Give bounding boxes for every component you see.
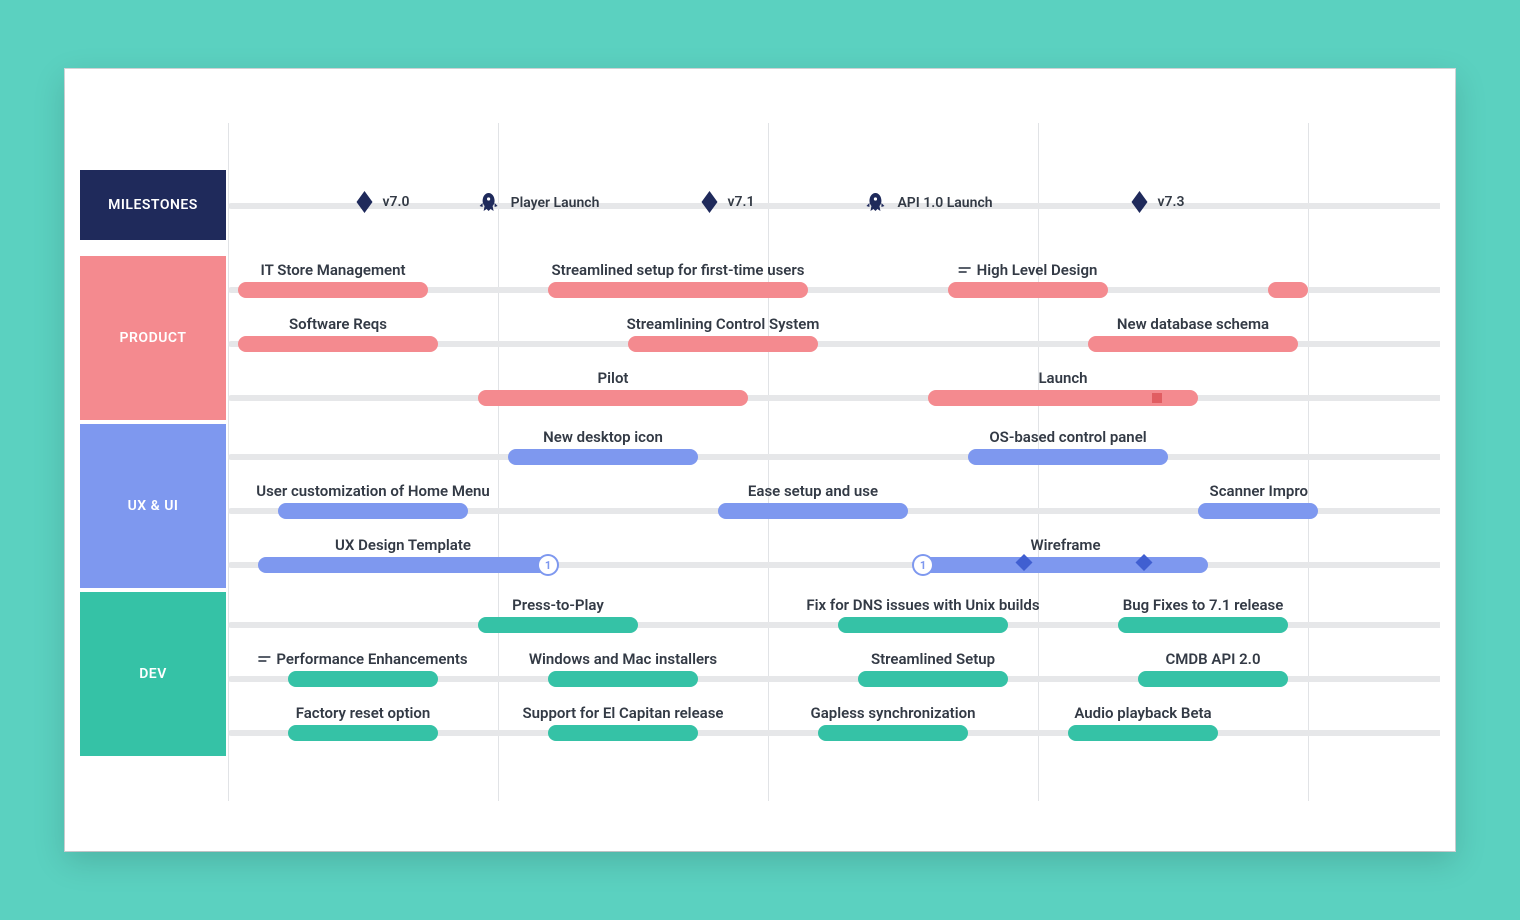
dev-bar[interactable] [1138, 671, 1288, 687]
dev-bar[interactable] [818, 725, 968, 741]
rocket-icon [863, 191, 887, 215]
diamond-icon [357, 191, 373, 213]
product-bar-label: High Level Design [959, 261, 1098, 279]
dev-bar-label: Performance Enhancements [258, 650, 467, 668]
dev-bar-label: Press-to-Play [512, 596, 604, 614]
product-bar-label: Pilot [598, 369, 629, 387]
quarter-divider [498, 123, 499, 801]
dev-bar[interactable] [1118, 617, 1288, 633]
dev-bar-label: Audio playback Beta [1074, 704, 1211, 722]
dev-bar[interactable] [858, 671, 1008, 687]
dev-bar[interactable] [288, 725, 438, 741]
uxui-bar-label: UX Design Template [335, 536, 471, 554]
product-bar[interactable] [548, 282, 808, 298]
timeline[interactable]: Q3 Q4 Q1 Q2 v7.0Player Launchv7.1API 1.0… [228, 123, 1440, 801]
product-bar[interactable] [948, 282, 1108, 298]
dev-bar-label: Support for El Capitan release [523, 704, 724, 722]
uxui-bar[interactable] [968, 449, 1168, 465]
milestone-label: v7.0 [383, 194, 410, 210]
dev-bar[interactable] [548, 671, 698, 687]
count-badge: 1 [914, 556, 932, 574]
product-bar[interactable] [1088, 336, 1298, 352]
count-badge: 1 [539, 556, 557, 574]
swimlane-product: PRODUCT [80, 256, 226, 420]
swimlane-uxui: UX & UI [80, 424, 226, 588]
dev-bar-label: Streamlined Setup [871, 650, 995, 668]
product-rail-3 [228, 395, 1440, 401]
uxui-rail-1 [228, 454, 1440, 460]
dev-bar[interactable] [838, 617, 1008, 633]
diamond-icon [702, 191, 718, 213]
roadmap-frame: MILESTONES PRODUCT UX & UI DEV Q3 Q4 Q1 … [80, 123, 1440, 801]
uxui-bar[interactable] [718, 503, 908, 519]
product-bar[interactable] [238, 282, 428, 298]
dev-bar-label: Factory reset option [296, 704, 431, 722]
product-bar[interactable] [478, 390, 748, 406]
milestone-diamond[interactable]: v7.3 [1132, 191, 1185, 213]
product-bar-label: Streamlined setup for first-time users [552, 261, 805, 279]
list-icon [959, 267, 971, 275]
dev-bar-label: Windows and Mac installers [529, 650, 717, 668]
milestone-diamond[interactable]: v7.1 [702, 191, 755, 213]
swimlane-dev: DEV [80, 592, 226, 756]
quarter-divider [1308, 123, 1309, 801]
milestone-label: v7.1 [728, 194, 755, 210]
milestone-rocket[interactable]: API 1.0 Launch [863, 191, 992, 215]
dev-bar[interactable] [548, 725, 698, 741]
milestone-label: API 1.0 Launch [897, 195, 992, 211]
uxui-bar-label: OS-based control panel [989, 428, 1146, 446]
dev-bar[interactable] [1068, 725, 1218, 741]
product-bar[interactable] [928, 390, 1198, 406]
dev-bar[interactable] [288, 671, 438, 687]
uxui-bar-label: Scanner Impro [1210, 482, 1308, 500]
product-bar-label: New database schema [1117, 315, 1269, 333]
swimlane-milestones-label: MILESTONES [108, 197, 198, 213]
uxui-bar[interactable] [1198, 503, 1318, 519]
product-bar[interactable] [238, 336, 438, 352]
roadmap-card: MILESTONES PRODUCT UX & UI DEV Q3 Q4 Q1 … [65, 69, 1455, 851]
product-bar-label: Software Reqs [289, 315, 387, 333]
dev-bar-label: Gapless synchronization [811, 704, 976, 722]
swimlane-product-label: PRODUCT [120, 330, 187, 346]
product-bar-label: IT Store Management [261, 261, 406, 279]
product-bar-label: Streamlining Control System [627, 315, 820, 333]
dev-bar-label: CMDB API 2.0 [1165, 650, 1260, 668]
quarter-divider [768, 123, 769, 801]
milestone-label: Player Launch [511, 195, 600, 211]
uxui-bar[interactable] [508, 449, 698, 465]
uxui-bar-label: Wireframe [1030, 536, 1100, 554]
uxui-bar-label: New desktop icon [543, 428, 663, 446]
milestone-rocket[interactable]: Player Launch [477, 191, 600, 215]
swimlane-uxui-label: UX & UI [128, 498, 179, 514]
uxui-bar-label: Ease setup and use [748, 482, 878, 500]
rocket-icon [477, 191, 501, 215]
product-bar[interactable] [628, 336, 818, 352]
list-icon [258, 656, 270, 664]
dev-bar-label: Fix for DNS issues with Unix builds [806, 596, 1039, 614]
product-bar-label: Launch [1038, 369, 1087, 387]
milestone-diamond-icon [1136, 554, 1153, 571]
quarter-divider [228, 123, 229, 801]
milestone-label: v7.3 [1158, 194, 1185, 210]
milestones-rail [228, 203, 1440, 209]
product-bar[interactable] [1268, 282, 1308, 298]
milestone-diamond[interactable]: v7.0 [357, 191, 410, 213]
dev-bar[interactable] [478, 617, 638, 633]
swimlane-dev-label: DEV [139, 666, 167, 682]
swimlane-milestones: MILESTONES [80, 170, 226, 240]
uxui-bar[interactable]: 1 [258, 557, 548, 573]
dev-bar-label: Bug Fixes to 7.1 release [1123, 596, 1284, 614]
milestone-diamond-icon [1016, 554, 1033, 571]
uxui-bar[interactable] [278, 503, 468, 519]
uxui-bar[interactable]: 1 [923, 557, 1208, 573]
diamond-icon [1132, 191, 1148, 213]
checkpoint-icon [1152, 393, 1162, 403]
uxui-bar-label: User customization of Home Menu [256, 482, 490, 500]
